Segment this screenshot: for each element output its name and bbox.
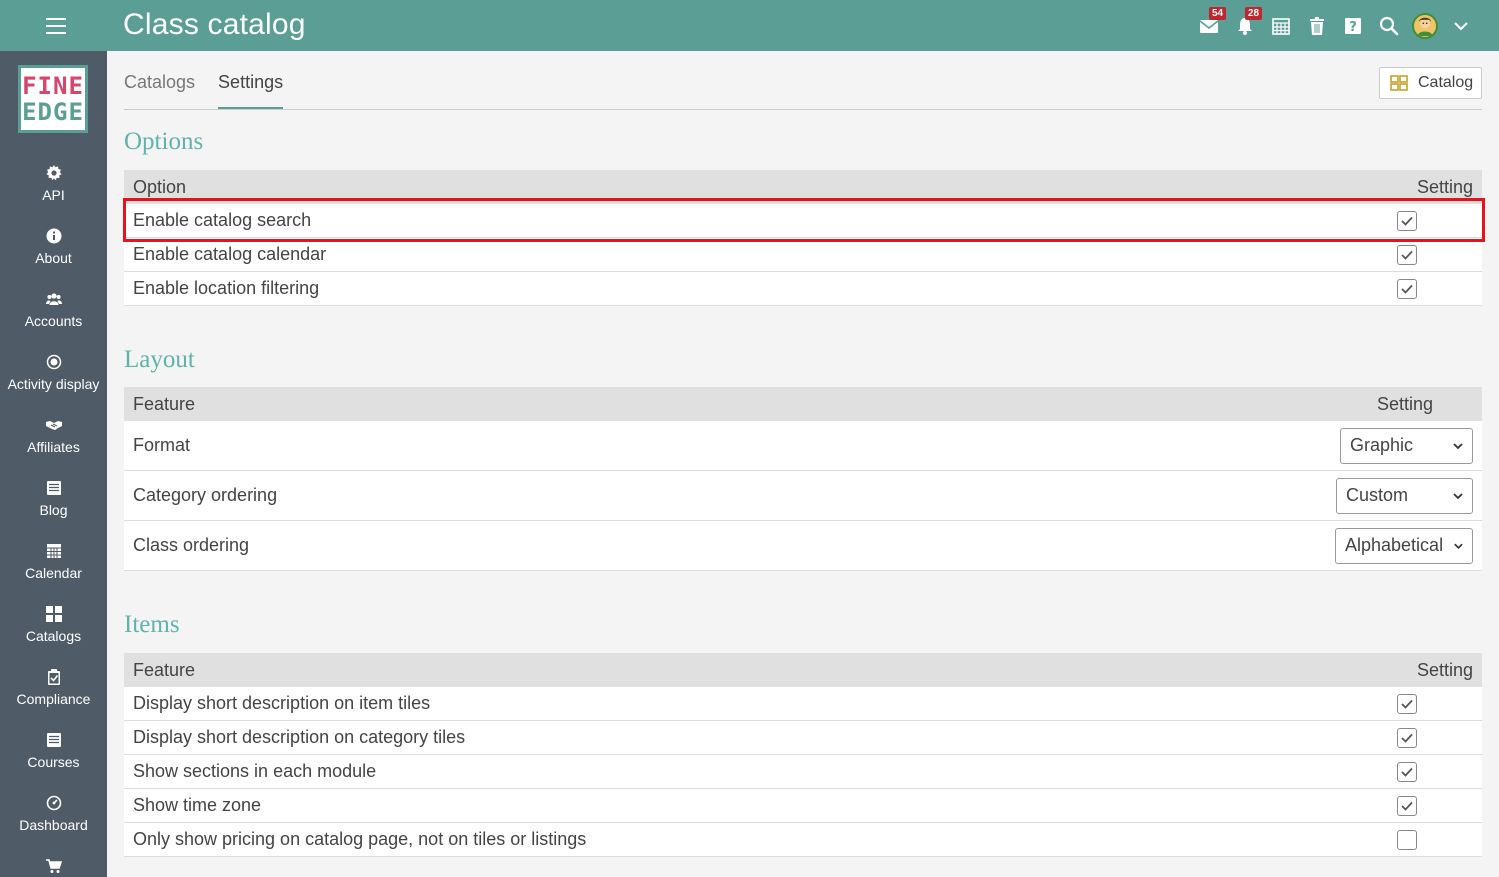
items-heading: Items <box>124 611 180 638</box>
sidebar-item-about[interactable]: About <box>0 218 107 281</box>
gear-icon <box>0 155 107 181</box>
logo[interactable]: FINE EDGE <box>18 65 88 133</box>
show-sections-checkbox[interactable] <box>1397 761 1417 782</box>
gauge-icon <box>0 785 107 811</box>
table-row: Show time zone <box>124 789 1482 823</box>
catalog-button[interactable]: Catalog <box>1379 67 1482 99</box>
table-row: Display short description on item tiles <box>124 687 1482 721</box>
handshake-icon <box>0 407 107 433</box>
cart-icon <box>0 848 107 874</box>
sidebar-item-blog[interactable]: Blog <box>0 470 107 533</box>
top-icons: 54 28 ? <box>1191 0 1479 51</box>
pricing-catalog-only-checkbox[interactable] <box>1397 829 1417 850</box>
table-row: Only show pricing on catalog page, not o… <box>124 823 1482 857</box>
table-row: Class ordering Alphabetical <box>124 521 1482 571</box>
table-header: Feature Setting <box>124 653 1482 687</box>
sidebar-item-api[interactable]: API <box>0 155 107 218</box>
sidebar-item-calendar[interactable]: Calendar <box>0 533 107 596</box>
show-time-zone-checkbox[interactable] <box>1397 795 1417 816</box>
layout-heading: Layout <box>124 346 195 373</box>
sidebar-item-compliance[interactable]: Compliance <box>0 659 107 722</box>
page-title: Class catalog <box>123 8 306 41</box>
chevron-down-icon <box>1454 543 1463 549</box>
messages-badge: 54 <box>1209 7 1227 20</box>
dot-icon <box>0 344 107 370</box>
sidebar-item-affiliates[interactable]: Affiliates <box>0 407 107 470</box>
options-heading: Options <box>124 128 204 155</box>
enable-catalog-search-checkbox[interactable] <box>1397 210 1417 231</box>
class-ordering-select[interactable]: Alphabetical <box>1335 527 1473 564</box>
table-row: Show sections in each module <box>124 755 1482 789</box>
tab-catalogs[interactable]: Catalogs <box>124 72 195 110</box>
chevron-down-icon <box>1453 442 1463 449</box>
table-row: Display short description on category ti… <box>124 721 1482 755</box>
sidebar: FINE EDGE API About Accounts Activity di… <box>0 51 107 877</box>
clipboard-check-icon <box>0 659 107 685</box>
calendar-icon <box>0 533 107 559</box>
enable-catalog-calendar-checkbox[interactable] <box>1397 244 1417 265</box>
tab-settings[interactable]: Settings <box>218 72 284 110</box>
layout-table: Feature Setting Format Graphic Category … <box>124 387 1482 571</box>
item-tiles-description-checkbox[interactable] <box>1397 693 1417 714</box>
grid-icon <box>0 596 107 622</box>
help-icon[interactable]: ? <box>1335 0 1371 51</box>
category-tiles-description-checkbox[interactable] <box>1397 727 1417 748</box>
search-icon[interactable] <box>1371 0 1407 51</box>
sidebar-item-shop[interactable] <box>0 848 107 877</box>
tabs: Catalogs Settings <box>124 72 306 110</box>
notifications-badge: 28 <box>1245 7 1263 20</box>
info-icon <box>0 218 107 244</box>
list-icon <box>0 722 107 748</box>
format-select[interactable]: Graphic <box>1340 427 1473 464</box>
sidebar-item-activity-display[interactable]: Activity display <box>0 344 107 407</box>
trash-icon[interactable] <box>1299 0 1335 51</box>
table-row: Enable catalog search <box>124 204 1482 238</box>
options-table: Option Setting Enable catalog search Ena… <box>124 170 1482 306</box>
table-row: Enable catalog calendar <box>124 238 1482 272</box>
table-header: Feature Setting <box>124 387 1482 421</box>
avatar[interactable] <box>1407 0 1443 51</box>
bell-icon[interactable]: 28 <box>1227 0 1263 51</box>
table-row: Format Graphic <box>124 421 1482 471</box>
sidebar-item-courses[interactable]: Courses <box>0 722 107 785</box>
grid-icon <box>1390 75 1408 91</box>
chevron-down-icon[interactable] <box>1443 0 1479 51</box>
calendar-icon[interactable] <box>1263 0 1299 51</box>
top-bar: Class catalog 54 28 ? <box>0 0 1499 51</box>
sidebar-item-catalogs[interactable]: Catalogs <box>0 596 107 659</box>
svg-text:?: ? <box>1349 20 1357 35</box>
table-row: Enable location filtering <box>124 272 1482 306</box>
sidebar-item-accounts[interactable]: Accounts <box>0 281 107 344</box>
enable-location-filtering-checkbox[interactable] <box>1397 278 1417 299</box>
chevron-down-icon <box>1453 492 1463 499</box>
category-ordering-select[interactable]: Custom <box>1336 477 1473 514</box>
tabs-divider <box>124 109 1482 110</box>
menu-icon[interactable] <box>38 14 74 38</box>
list-icon <box>0 470 107 496</box>
table-header: Option Setting <box>124 170 1482 204</box>
sidebar-item-dashboard[interactable]: Dashboard <box>0 785 107 848</box>
mail-icon[interactable]: 54 <box>1191 0 1227 51</box>
users-icon <box>0 281 107 307</box>
table-row: Category ordering Custom <box>124 471 1482 521</box>
items-table: Feature Setting Display short descriptio… <box>124 653 1482 857</box>
